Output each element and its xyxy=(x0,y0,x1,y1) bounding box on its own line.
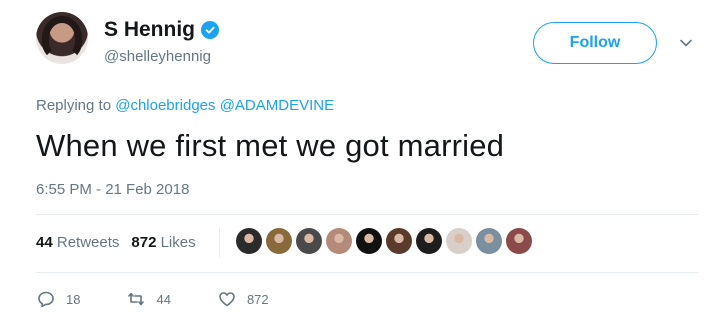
follow-button[interactable]: Follow xyxy=(533,22,657,64)
liker-avatar[interactable] xyxy=(266,228,292,254)
retweets-stat[interactable]: 44 Retweets xyxy=(36,234,119,251)
liker-avatar[interactable] xyxy=(416,228,442,254)
likes-label: Likes xyxy=(160,234,196,251)
retweet-count: 44 xyxy=(156,291,171,307)
divider xyxy=(36,272,698,273)
reply-count: 18 xyxy=(66,291,81,307)
user-name[interactable]: S Hennig xyxy=(104,18,195,42)
chevron-down-icon[interactable] xyxy=(679,36,693,50)
replying-prefix: Replying to xyxy=(36,97,112,114)
divider xyxy=(36,214,698,215)
like-button[interactable]: 872 xyxy=(217,289,269,309)
retweets-label: Retweets xyxy=(56,234,120,251)
liker-avatar[interactable] xyxy=(326,228,352,254)
tweet-actions: 18 44 872 xyxy=(36,289,315,309)
heart-icon xyxy=(219,292,235,307)
mention-link[interactable]: @ADAMDEVINE xyxy=(220,97,334,114)
tweet-timestamp[interactable]: 6:55 PM - 21 Feb 2018 xyxy=(36,181,189,198)
mention-link[interactable]: @chloebridges xyxy=(115,97,215,114)
divider xyxy=(219,228,220,258)
avatar-hair xyxy=(42,16,82,60)
like-count: 872 xyxy=(246,291,269,307)
liker-avatar[interactable] xyxy=(236,228,262,254)
liker-avatar[interactable] xyxy=(446,228,472,254)
tweet-text: When we first met we got married xyxy=(36,128,505,163)
likes-count: 872 xyxy=(131,234,157,251)
retweet-icon xyxy=(128,292,145,306)
reply-icon xyxy=(38,291,54,308)
engagement-stats: 44 Retweets 872 Likes xyxy=(36,234,196,251)
liker-avatar[interactable] xyxy=(356,228,382,254)
avatar[interactable] xyxy=(36,12,88,64)
user-name-row: S Hennig xyxy=(104,18,220,42)
liker-avatar[interactable] xyxy=(476,228,502,254)
retweet-button[interactable]: 44 xyxy=(126,289,171,309)
verified-icon xyxy=(201,21,220,39)
replying-to: Replying to @chloebridges @ADAMDEVINE xyxy=(36,97,334,114)
liker-avatars xyxy=(236,228,532,254)
reply-button[interactable]: 18 xyxy=(36,289,80,309)
liker-avatar[interactable] xyxy=(386,228,412,254)
likes-stat[interactable]: 872 Likes xyxy=(131,234,195,251)
liker-avatar[interactable] xyxy=(506,228,532,254)
retweets-count: 44 xyxy=(36,234,53,251)
liker-avatar[interactable] xyxy=(296,228,322,254)
user-handle[interactable]: @shelleyhennig xyxy=(104,48,211,65)
